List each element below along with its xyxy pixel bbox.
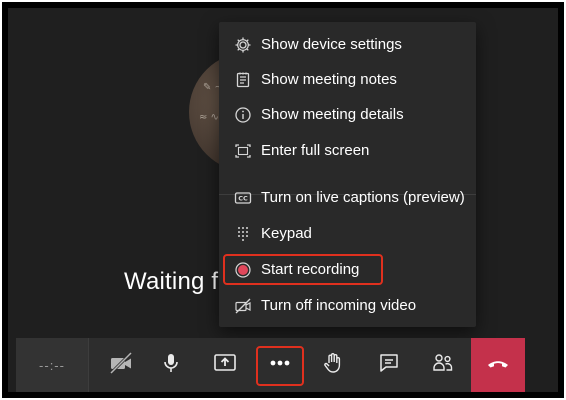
chat-button[interactable] — [364, 338, 414, 392]
record-icon — [233, 260, 253, 280]
menu-item-full-screen[interactable]: Enter full screen — [219, 134, 476, 168]
hang-up-button[interactable] — [471, 338, 525, 392]
raise-hand-button[interactable] — [308, 338, 358, 392]
menu-item-label: Keypad — [261, 225, 312, 242]
gear-icon — [233, 35, 253, 55]
info-icon — [233, 105, 253, 125]
waiting-text: Waiting f — [124, 268, 219, 295]
more-actions-icon — [267, 350, 293, 381]
menu-item-keypad[interactable]: Keypad — [219, 217, 476, 251]
fullscreen-icon — [233, 141, 253, 161]
menu-item-label: Enter full screen — [261, 142, 370, 159]
captions-icon: CC — [233, 188, 253, 208]
menu-item-start-recording[interactable]: Start recording — [219, 253, 476, 287]
chat-icon — [377, 351, 401, 380]
video-off-icon — [233, 296, 253, 316]
menu-item-label: Turn off incoming video — [261, 297, 417, 314]
menu-item-meeting-details[interactable]: Show meeting details — [219, 98, 476, 132]
menu-item-live-captions[interactable]: CC Turn on live captions (preview) — [219, 181, 476, 215]
microphone-button[interactable] — [146, 338, 196, 392]
hang-up-icon — [484, 349, 512, 382]
menu-item-label: Turn on live captions (preview) — [261, 189, 465, 206]
call-toolbar: --:-- — [16, 338, 525, 392]
call-timer: --:-- — [16, 338, 89, 392]
menu-item-label: Start recording — [261, 261, 360, 278]
share-screen-button[interactable] — [200, 338, 250, 392]
menu-item-meeting-notes[interactable]: Show meeting notes — [219, 63, 476, 97]
menu-item-label: Show meeting details — [261, 106, 404, 123]
svg-text:CC: CC — [238, 195, 248, 203]
participants-icon — [431, 351, 455, 380]
camera-off-icon — [108, 350, 134, 381]
more-options-menu: Show device settings Show meeting notes … — [219, 22, 476, 327]
menu-item-incoming-video[interactable]: Turn off incoming video — [219, 289, 476, 323]
menu-item-device-settings[interactable]: Show device settings — [219, 28, 476, 62]
camera-toggle-button[interactable] — [96, 338, 146, 392]
notes-icon — [233, 70, 253, 90]
menu-item-label: Show meeting notes — [261, 71, 397, 88]
microphone-icon — [159, 351, 183, 380]
raise-hand-icon — [321, 351, 345, 380]
share-screen-icon — [212, 350, 238, 381]
participants-button[interactable] — [418, 338, 468, 392]
keypad-icon — [233, 224, 253, 244]
menu-item-label: Show device settings — [261, 36, 402, 53]
more-actions-button[interactable] — [256, 338, 304, 392]
